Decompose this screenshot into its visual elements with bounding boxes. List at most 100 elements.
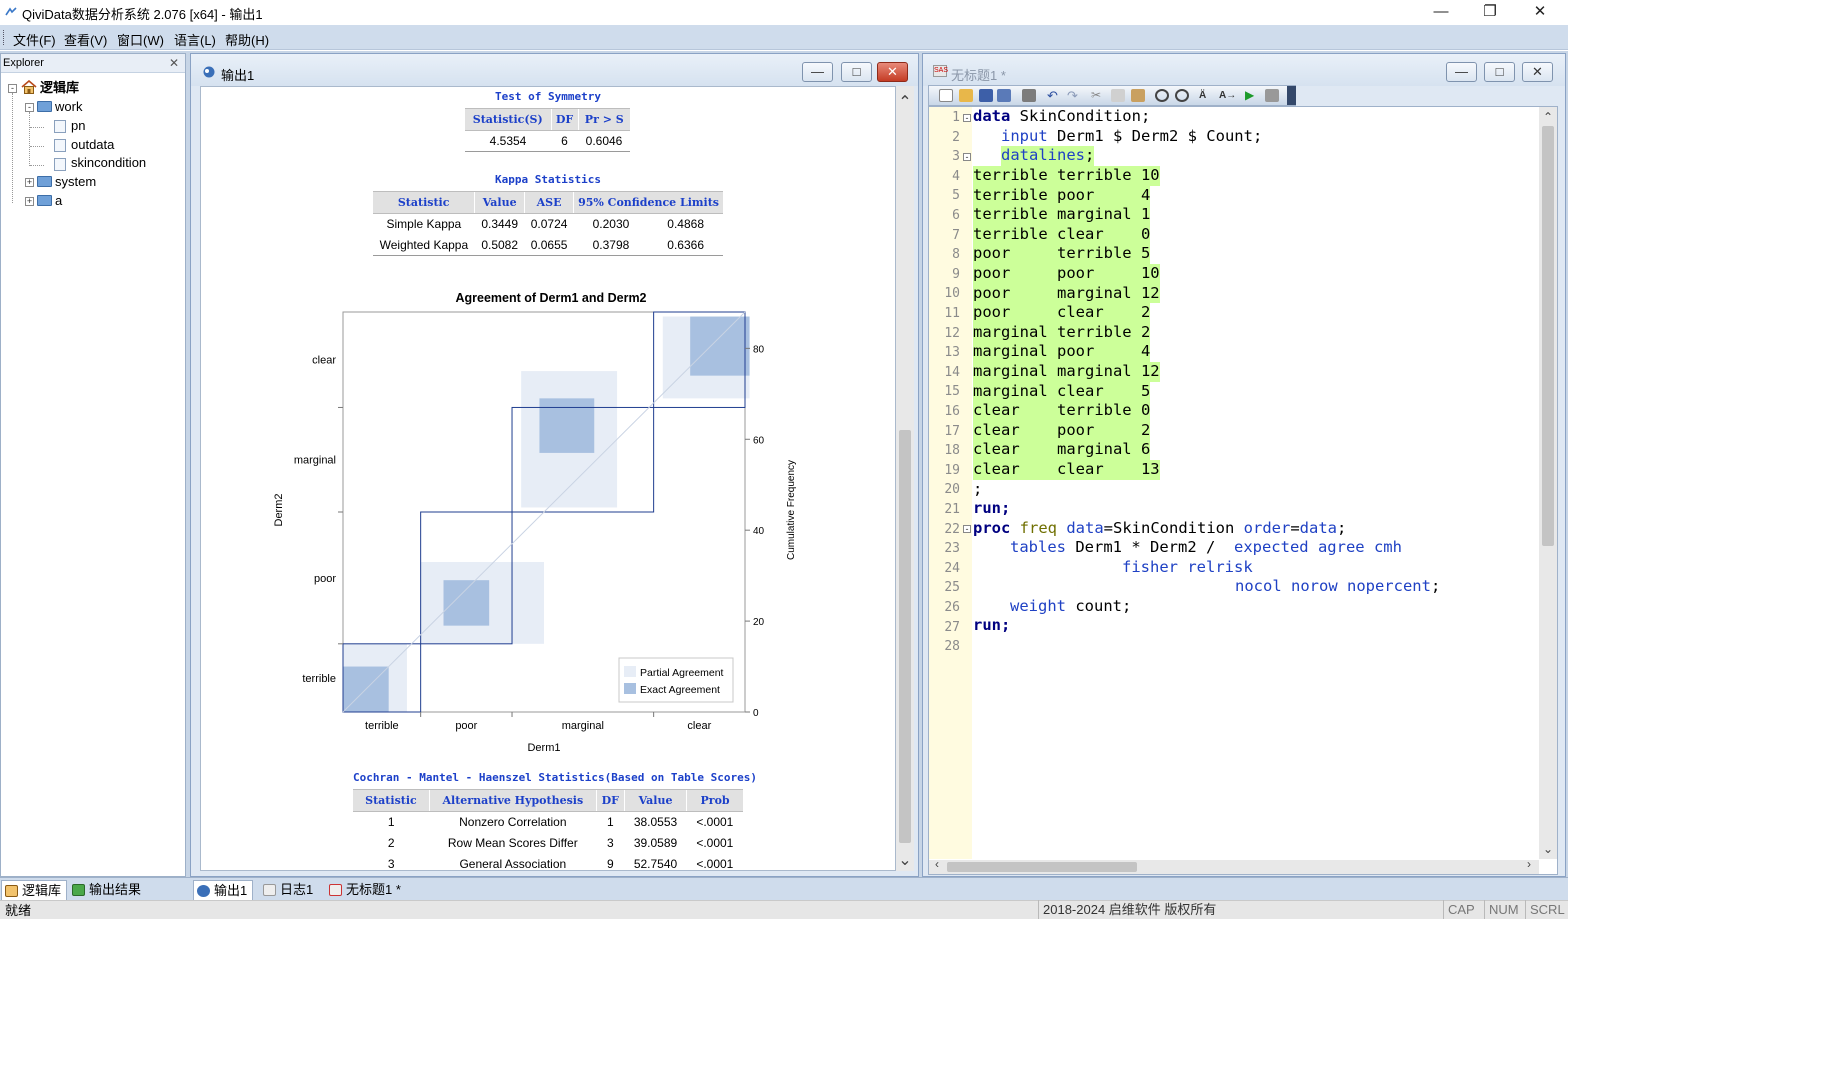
- tab-logic-library[interactable]: 逻辑库: [1, 880, 67, 900]
- code-close-button[interactable]: ✕: [1522, 62, 1553, 82]
- tree-item-skincondition[interactable]: skincondition: [71, 154, 146, 173]
- redo-icon[interactable]: ↷: [1067, 89, 1081, 102]
- fold-marker-icon[interactable]: -: [963, 153, 971, 162]
- tree-line: [30, 146, 44, 147]
- copy-icon[interactable]: [1111, 89, 1125, 102]
- output-window-title: 输出1: [221, 68, 255, 83]
- tree-item-system[interactable]: system: [55, 173, 96, 192]
- tree-collapse-icon[interactable]: -: [8, 84, 17, 93]
- output-maximize-button[interactable]: □: [841, 62, 872, 82]
- tree-item-pn[interactable]: pn: [71, 117, 85, 136]
- scroll-down-icon[interactable]: ⌄: [896, 850, 914, 870]
- menu-window[interactable]: 窗口(W): [117, 30, 164, 49]
- table-cell: <.0001: [696, 815, 734, 830]
- toolbar-overflow-icon[interactable]: [1287, 86, 1296, 105]
- legend-swatch-exact: [624, 683, 636, 694]
- output-close-button[interactable]: ✕: [877, 62, 908, 82]
- code-option: expected agree cmh: [1233, 538, 1402, 556]
- output-content[interactable]: Test of Symmetry Statistic(S) DF Pr > S …: [200, 86, 896, 871]
- table-cell: 4.5354: [465, 130, 551, 152]
- tree-expand-icon[interactable]: +: [25, 197, 34, 206]
- tree-line: [30, 127, 44, 128]
- code-keyword: tables: [1010, 538, 1066, 556]
- code-text: ;: [1337, 519, 1347, 537]
- save-icon[interactable]: [979, 89, 993, 102]
- code-keyword: proc: [973, 519, 1011, 537]
- open-file-icon[interactable]: [959, 89, 973, 102]
- tab-output-results[interactable]: 输出结果: [69, 880, 149, 900]
- replace-icon[interactable]: A→: [1219, 89, 1236, 102]
- menu-file[interactable]: 文件(F): [13, 30, 56, 49]
- new-file-icon[interactable]: [939, 89, 953, 102]
- table-cell: <.0001: [696, 836, 734, 850]
- tab-output1[interactable]: 输出1: [193, 880, 253, 900]
- find-icon[interactable]: Ä: [1199, 89, 1213, 102]
- dataset-icon: [54, 120, 66, 133]
- tab-log1[interactable]: 日志1: [260, 880, 320, 900]
- scroll-up-icon[interactable]: ⌃: [1539, 110, 1557, 124]
- code-maximize-button[interactable]: □: [1484, 62, 1515, 82]
- zoom-in-icon[interactable]: [1155, 89, 1169, 102]
- minimize-button[interactable]: —: [1417, 0, 1465, 25]
- line-number: 15: [944, 384, 960, 400]
- legend-label-exact: Exact Agreement: [640, 684, 720, 696]
- print-icon[interactable]: [1022, 89, 1036, 102]
- menu-view[interactable]: 查看(V): [64, 30, 107, 49]
- menu-language[interactable]: 语言(L): [174, 30, 216, 49]
- y2-tick-label: 40: [753, 526, 765, 537]
- tree-root-label[interactable]: 逻辑库: [40, 79, 79, 98]
- fold-marker-icon[interactable]: -: [963, 114, 971, 123]
- tree-item-outdata[interactable]: outdata: [71, 136, 114, 155]
- tree-item-work[interactable]: work: [55, 98, 82, 117]
- symmetry-title: Test of Symmetry: [495, 90, 601, 103]
- tab-label: 输出1: [214, 883, 248, 898]
- tree-line: [29, 112, 30, 166]
- line-number: 21: [944, 502, 960, 517]
- dataset-icon: [54, 158, 66, 171]
- menu-help[interactable]: 帮助(H): [225, 30, 269, 49]
- scroll-left-icon[interactable]: ‹: [931, 857, 943, 871]
- table-cell: 38.0553: [633, 815, 678, 830]
- status-scrl: SCRL: [1525, 900, 1568, 919]
- scroll-down-icon[interactable]: ⌄: [1539, 842, 1557, 856]
- cut-icon[interactable]: ✂: [1091, 89, 1105, 102]
- code-line-3: datalines;: [1001, 146, 1095, 166]
- code-window-title: 无标题1 *: [951, 68, 1006, 83]
- line-number: 8: [952, 247, 960, 263]
- output-icon: [197, 885, 210, 897]
- tree-collapse-icon[interactable]: -: [25, 103, 34, 112]
- agreement-plot: Agreement of Derm1 and Derm2 terrible poo…: [273, 291, 797, 754]
- table-cell: 1: [387, 815, 395, 830]
- tree-expand-icon[interactable]: +: [25, 178, 34, 187]
- stop-icon[interactable]: [1265, 89, 1279, 102]
- code-text: Derm1 $ Derm2 $ Count;: [1047, 127, 1263, 145]
- code-minimize-button[interactable]: —: [1446, 62, 1477, 82]
- output-scroll-thumb[interactable]: [899, 430, 911, 843]
- output-minimize-button[interactable]: —: [802, 62, 833, 82]
- dataline-row: poor terrible 5: [973, 244, 1151, 264]
- status-text: 就绪: [5, 903, 32, 918]
- scroll-right-icon[interactable]: ›: [1523, 857, 1535, 871]
- dataline-row: clear terrible 0: [973, 401, 1151, 421]
- fold-marker-icon[interactable]: -: [963, 525, 971, 534]
- scroll-up-icon[interactable]: ⌃: [896, 92, 914, 112]
- line-number: 6: [952, 208, 960, 223]
- y2-tick-label: 20: [753, 617, 765, 628]
- tree-item-a[interactable]: a: [55, 192, 62, 211]
- code-line-27: run;: [973, 616, 1011, 634]
- close-button[interactable]: ✕: [1516, 0, 1564, 25]
- editor-scroll-thumb[interactable]: [1542, 126, 1554, 546]
- undo-icon[interactable]: ↶: [1047, 89, 1061, 102]
- run-icon[interactable]: ▶: [1245, 89, 1259, 102]
- dataline-row: marginal poor 4: [973, 342, 1151, 362]
- x-axis-label: Derm1: [527, 742, 560, 754]
- restore-button[interactable]: ❐: [1466, 0, 1514, 25]
- explorer-close-icon[interactable]: ✕: [169, 54, 179, 72]
- save-all-icon[interactable]: [997, 89, 1011, 102]
- dataline-row: poor marginal 12: [973, 283, 1160, 304]
- editor-hscroll-thumb[interactable]: [947, 862, 1137, 872]
- paste-icon[interactable]: [1131, 89, 1145, 102]
- table-row: 4.5354 6 0.6046: [465, 130, 630, 152]
- tab-untitled1[interactable]: 无标题1 *: [326, 880, 416, 900]
- zoom-out-icon[interactable]: [1175, 89, 1189, 102]
